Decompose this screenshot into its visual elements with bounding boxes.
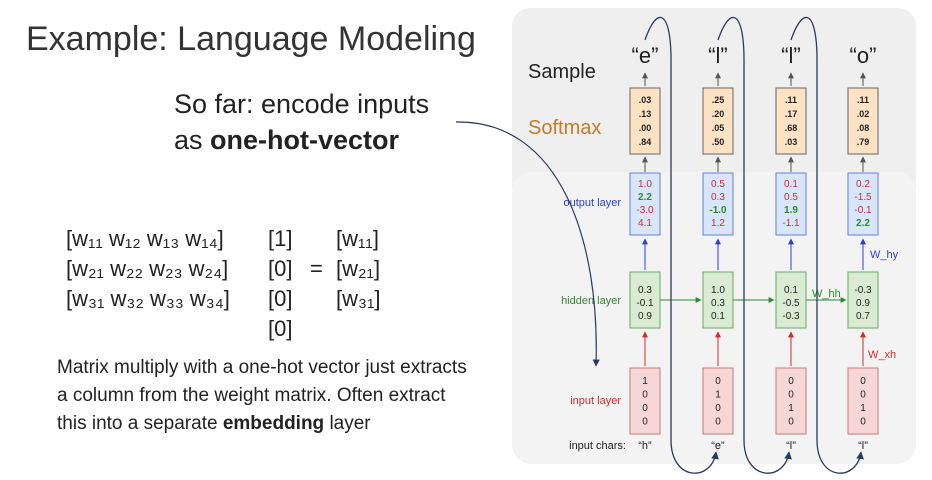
hidden-value: 0.3 — [638, 285, 652, 296]
hidden-value: 0.9 — [856, 298, 870, 309]
hidden-value: 0.1 — [711, 311, 725, 322]
w-hh-label: W_hh — [812, 288, 841, 300]
hidden-value: 0.3 — [711, 298, 725, 309]
softmax-value: .03 — [639, 95, 652, 105]
hidden-value: 0.9 — [638, 311, 652, 322]
sample-char: “l” — [708, 43, 728, 68]
input-value: 1 — [642, 376, 648, 387]
input-char: “l” — [858, 440, 868, 452]
hidden-value: 0.7 — [856, 311, 870, 322]
input-value: 0 — [860, 390, 866, 401]
input-layer-label: input layer — [570, 395, 621, 407]
output-value: 1.9 — [784, 205, 798, 216]
softmax-value: .08 — [857, 123, 870, 133]
input-value: 0 — [642, 417, 648, 428]
input-value: 0 — [788, 376, 794, 387]
w-hy-label: W_hy — [870, 249, 899, 261]
softmax-label: Softmax — [528, 117, 601, 139]
input-value: 0 — [860, 417, 866, 428]
input-chars-label: input chars: — [569, 440, 626, 452]
softmax-value: .17 — [785, 109, 798, 119]
input-value: 0 — [642, 390, 648, 401]
input-value: 1 — [860, 403, 866, 414]
input-value: 0 — [642, 403, 648, 414]
input-value: 1 — [715, 390, 721, 401]
softmax-value: .02 — [857, 109, 870, 119]
output-value: 0.2 — [856, 179, 870, 190]
output-value: 4.1 — [638, 218, 652, 229]
softmax-value: .05 — [712, 123, 725, 133]
hidden-value: -0.1 — [636, 298, 654, 309]
output-value: -1.5 — [854, 192, 872, 203]
output-value: 2.2 — [638, 192, 652, 203]
output-value: 0.1 — [784, 179, 798, 190]
softmax-value: .25 — [712, 95, 725, 105]
input-value: 0 — [715, 376, 721, 387]
input-value: 1 — [788, 403, 794, 414]
softmax-value: .03 — [785, 137, 798, 147]
softmax-value: .50 — [712, 137, 725, 147]
softmax-value: .13 — [639, 109, 652, 119]
output-value: 1.2 — [711, 218, 725, 229]
output-value: 2.2 — [856, 218, 870, 229]
output-value: -3.0 — [636, 205, 654, 216]
softmax-value: .68 — [785, 123, 798, 133]
rnn-diagram: SampleSoftmaxoutput layerhidden layerinp… — [455, 8, 916, 474]
input-char: “l” — [786, 440, 796, 452]
output-value: -1.0 — [709, 205, 727, 216]
input-value: 0 — [715, 403, 721, 414]
output-value: 0.3 — [711, 192, 725, 203]
hidden-value: 0.1 — [784, 285, 798, 296]
input-char: “e” — [711, 440, 725, 452]
input-value: 0 — [788, 417, 794, 428]
output-value: 0.5 — [711, 179, 725, 190]
softmax-value: .00 — [639, 123, 652, 133]
input-value: 0 — [788, 390, 794, 401]
hidden-layer-label: hidden layer — [561, 295, 621, 307]
hidden-value: 1.0 — [711, 285, 725, 296]
hidden-value: -0.5 — [782, 298, 800, 309]
softmax-value: .11 — [785, 95, 797, 105]
softmax-value: .20 — [712, 109, 725, 119]
hidden-value: -0.3 — [782, 311, 800, 322]
input-char: “h” — [638, 440, 652, 452]
output-value: 0.5 — [784, 192, 798, 203]
sample-char: “l” — [781, 43, 801, 68]
w-xh-label: W_xh — [868, 349, 896, 361]
softmax-value: .84 — [639, 137, 652, 147]
input-value: 0 — [715, 417, 721, 428]
sample-label: Sample — [528, 61, 596, 83]
sample-char: “e” — [632, 43, 659, 68]
softmax-value: .11 — [857, 95, 869, 105]
hidden-value: -0.3 — [854, 285, 872, 296]
input-value: 0 — [860, 376, 866, 387]
softmax-value: .79 — [857, 137, 870, 147]
output-value: -1.1 — [782, 218, 800, 229]
sample-char: “o” — [850, 43, 877, 68]
output-value: -0.1 — [854, 205, 872, 216]
output-value: 1.0 — [638, 179, 652, 190]
